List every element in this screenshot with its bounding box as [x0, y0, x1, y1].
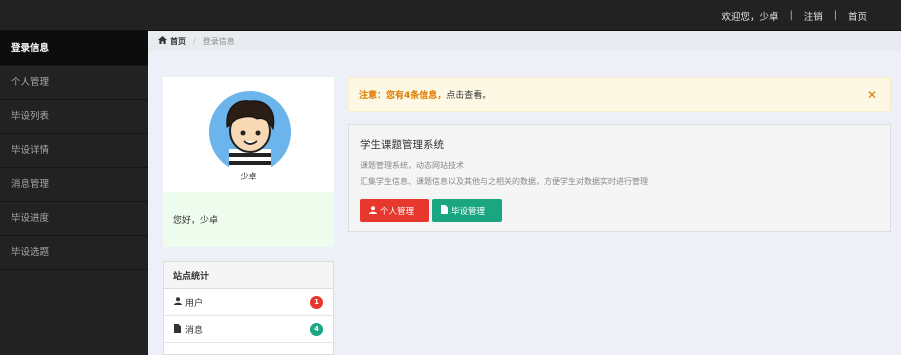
card-description: 课题管理系统，动态网站技术 — [360, 161, 464, 170]
user-icon — [369, 205, 377, 216]
personal-management-button[interactable]: 个人管理 — [360, 199, 429, 222]
notice-alert[interactable]: 注意：您有4条信息， 点击查看。 ✕ — [348, 77, 891, 112]
alert-link-text[interactable]: 点击查看。 — [446, 88, 491, 101]
user-icon — [174, 297, 185, 307]
nav-separator: | — [833, 10, 837, 21]
greeting-panel: 您好，少卓 — [163, 192, 334, 247]
stats-row-label: 消息 — [185, 325, 204, 336]
logout-link[interactable]: 注销 — [804, 9, 823, 23]
site-stats-panel: 站点统计 用户 1 消息 4 — [163, 261, 334, 355]
breadcrumb-separator: / — [193, 36, 196, 46]
system-info-card: 学生课题管理系统 课题管理系统，动态网站技术 汇集学生信息、课题信息以及其他与之… — [348, 124, 891, 232]
welcome-text: 欢迎您，少卓 — [721, 11, 779, 23]
sidebar-item-personal[interactable]: 个人管理 — [0, 66, 148, 100]
project-management-button[interactable]: 毕设管理 — [432, 199, 502, 222]
stats-row-label: 用户 — [185, 298, 204, 309]
sidebar-item-login-info[interactable]: 登录信息 — [0, 31, 148, 66]
sidebar-item-messages[interactable]: 消息管理 — [0, 168, 148, 202]
breadcrumb-home[interactable]: 首页 — [170, 36, 186, 47]
avatar — [207, 89, 293, 175]
file-icon — [174, 323, 185, 335]
main-content: 首页 / 登录信息 少卓 您好，少卓 站点统计 用户 1 消息 4 注意：您有4… — [148, 31, 901, 355]
stats-title: 站点统计 — [164, 262, 333, 289]
nav-separator: | — [789, 10, 793, 21]
sidebar-item-project-detail[interactable]: 毕设详情 — [0, 134, 148, 168]
file-icon — [441, 205, 448, 216]
messages-count-badge: 4 — [310, 323, 323, 336]
sidebar-item-project-list[interactable]: 毕设列表 — [0, 100, 148, 134]
avatar-name: 少卓 — [240, 172, 257, 181]
breadcrumb-current: 登录信息 — [202, 36, 235, 46]
button-label: 毕设管理 — [451, 206, 486, 217]
greeting-text: 您好，少卓 — [173, 216, 219, 226]
sidebar-item-progress[interactable]: 毕设进度 — [0, 202, 148, 236]
profile-card: 少卓 — [163, 77, 334, 192]
top-nav-links: 欢迎您，少卓 | 注销 | 首页 — [722, 0, 867, 31]
sidebar-item-topic-select[interactable]: 毕设选题 — [0, 236, 148, 270]
home-link[interactable]: 首页 — [848, 9, 867, 23]
card-title: 学生课题管理系统 — [360, 139, 444, 151]
button-label: 个人管理 — [380, 206, 415, 217]
card-description: 汇集学生信息、课题信息以及其他与之相关的数据，方便学生对数据实时进行管理 — [360, 177, 648, 186]
stats-row-users[interactable]: 用户 1 — [164, 289, 333, 316]
sidebar: 登录信息 个人管理 毕设列表 毕设详情 消息管理 毕设进度 毕设选题 — [0, 31, 148, 355]
breadcrumb: 首页 / 登录信息 — [148, 31, 901, 51]
stats-row-messages[interactable]: 消息 4 — [164, 316, 333, 343]
top-navbar: 欢迎您，少卓 | 注销 | 首页 — [0, 0, 901, 31]
alert-prefix: 注意：您有4条信息， — [359, 91, 447, 101]
home-icon — [158, 36, 167, 46]
close-icon[interactable]: ✕ — [867, 88, 877, 102]
users-count-badge: 1 — [310, 296, 323, 309]
